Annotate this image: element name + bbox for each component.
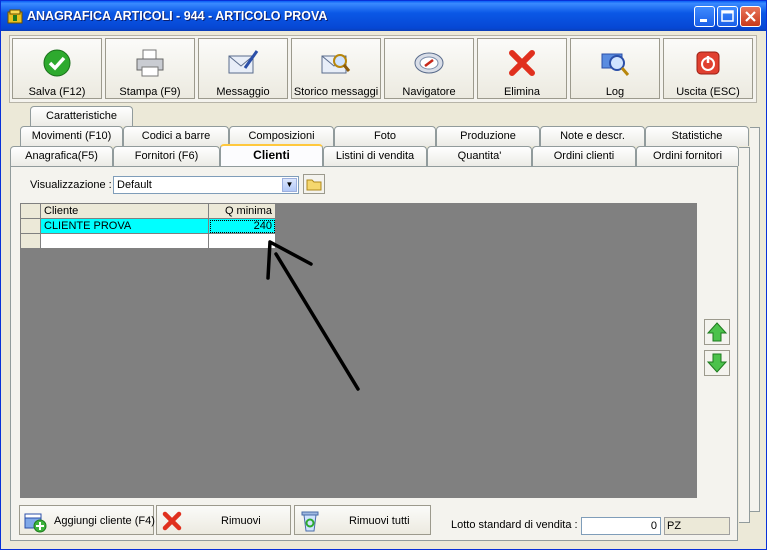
add-client-button[interactable]: Aggiungi cliente (F4) bbox=[19, 505, 155, 535]
log-label: Log bbox=[605, 86, 625, 98]
tab-fornitori[interactable]: Fornitori (F6) bbox=[113, 146, 220, 166]
row-indicator bbox=[20, 218, 41, 234]
annotation-arrow bbox=[266, 240, 360, 391]
toolbar: Salva (F12) Stampa (F9) Messaggio Storic… bbox=[9, 35, 757, 103]
save-label: Salva (F12) bbox=[28, 86, 86, 98]
lotto-label: Lotto standard di vendita : bbox=[451, 519, 578, 531]
delete-label: Elimina bbox=[503, 86, 541, 98]
table-row[interactable]: CLIENTE PROVA 240 bbox=[20, 218, 276, 234]
compass-icon bbox=[414, 52, 444, 74]
tab-foto[interactable]: Foto bbox=[334, 126, 436, 146]
minimize-icon bbox=[700, 19, 707, 22]
envelope-search-icon bbox=[321, 54, 351, 74]
table-row-new[interactable] bbox=[20, 233, 276, 249]
tab-codici-a-barre[interactable]: Codici a barre bbox=[123, 126, 229, 146]
print-button[interactable]: Stampa (F9) bbox=[105, 38, 195, 99]
minimize-button[interactable] bbox=[694, 6, 715, 27]
log-button[interactable]: Log bbox=[570, 38, 660, 99]
tab-movimenti[interactable]: Movimenti (F10) bbox=[20, 126, 123, 146]
remove-all-button[interactable]: Rimuovi tutti bbox=[294, 505, 431, 535]
view-label: Visualizzazione : bbox=[30, 179, 112, 191]
tab-ordini-fornitori[interactable]: Ordini fornitori bbox=[636, 146, 739, 166]
column-header-q-minima[interactable]: Q minima bbox=[208, 203, 276, 219]
navigator-label: Navigatore bbox=[402, 86, 456, 98]
tab-note-descr[interactable]: Note e descr. bbox=[540, 126, 645, 146]
move-up-button[interactable] bbox=[704, 319, 730, 345]
delete-x-icon bbox=[162, 511, 182, 531]
exit-label: Uscita (ESC) bbox=[676, 86, 740, 98]
tab-produzione[interactable]: Produzione bbox=[436, 126, 540, 146]
cell-cliente-empty[interactable] bbox=[40, 233, 209, 249]
delete-button[interactable]: Elimina bbox=[477, 38, 567, 99]
message-button[interactable]: Messaggio bbox=[198, 38, 288, 99]
tab-statistiche[interactable]: Statistiche bbox=[645, 126, 749, 146]
cell-cliente[interactable]: CLIENTE PROVA bbox=[40, 218, 209, 234]
close-icon bbox=[745, 11, 756, 22]
lotto-unit: PZ bbox=[664, 517, 730, 535]
tab-page-backdrop bbox=[739, 147, 750, 523]
title-bar[interactable]: ANAGRAFICA ARTICOLI - 944 - ARTICOLO PRO… bbox=[1, 1, 766, 31]
save-button[interactable]: Salva (F12) bbox=[12, 38, 102, 99]
tab-ordini-clienti[interactable]: Ordini clienti bbox=[532, 146, 636, 166]
tab-listini-di-vendita[interactable]: Listini di vendita bbox=[323, 146, 427, 166]
open-view-button[interactable] bbox=[303, 174, 325, 194]
message-history-label: Storico messaggi bbox=[293, 86, 379, 98]
delete-x-icon bbox=[509, 50, 535, 76]
printer-icon bbox=[136, 49, 164, 77]
main-window: ANAGRAFICA ARTICOLI - 944 - ARTICOLO PRO… bbox=[0, 0, 767, 550]
row-indicator bbox=[20, 233, 41, 249]
view-select[interactable]: Default ▼ bbox=[113, 176, 299, 194]
exit-icon bbox=[696, 51, 720, 75]
chevron-down-icon[interactable]: ▼ bbox=[282, 178, 297, 192]
move-down-button[interactable] bbox=[704, 350, 730, 376]
maximize-button[interactable] bbox=[717, 6, 738, 27]
message-label: Messaggio bbox=[216, 86, 270, 98]
grid-header-row: Cliente Q minima bbox=[20, 203, 276, 219]
view-select-value: Default bbox=[117, 179, 152, 191]
add-client-icon bbox=[24, 513, 47, 533]
arrow-up-icon bbox=[706, 322, 728, 342]
lotto-input[interactable]: 0 bbox=[581, 517, 661, 535]
print-label: Stampa (F9) bbox=[119, 86, 181, 98]
remove-button[interactable]: Rimuovi bbox=[156, 505, 291, 535]
exit-button[interactable]: Uscita (ESC) bbox=[663, 38, 753, 99]
maximize-icon bbox=[721, 10, 734, 22]
tab-caratteristiche[interactable]: Caratteristiche bbox=[30, 106, 133, 126]
navigator-button[interactable]: Navigatore bbox=[384, 38, 474, 99]
add-client-label: Aggiungi cliente (F4) bbox=[54, 515, 155, 527]
grid-table: Cliente Q minima CLIENTE PROVA 240 bbox=[20, 203, 276, 249]
tab-composizioni[interactable]: Composizioni bbox=[229, 126, 334, 146]
tab-page-backdrop bbox=[750, 127, 760, 512]
row-indicator-header bbox=[20, 203, 41, 219]
check-icon bbox=[43, 49, 71, 77]
app-icon bbox=[7, 9, 23, 24]
tab-clienti[interactable]: Clienti bbox=[220, 144, 323, 166]
message-history-button[interactable]: Storico messaggi bbox=[291, 38, 381, 99]
tab-anagrafica[interactable]: Anagrafica(F5) bbox=[10, 146, 113, 166]
magnifier-icon bbox=[601, 53, 630, 76]
remove-all-label: Rimuovi tutti bbox=[349, 515, 410, 527]
folder-icon bbox=[306, 179, 322, 191]
remove-label: Rimuovi bbox=[221, 515, 261, 527]
column-header-cliente[interactable]: Cliente bbox=[40, 203, 209, 219]
close-button[interactable] bbox=[740, 6, 761, 27]
tab-quantita[interactable]: Quantita' bbox=[427, 146, 532, 166]
envelope-pen-icon bbox=[228, 50, 259, 74]
window-title: ANAGRAFICA ARTICOLI - 944 - ARTICOLO PRO… bbox=[27, 9, 328, 23]
arrow-down-icon bbox=[706, 353, 728, 373]
recycle-bin-icon bbox=[301, 511, 319, 532]
